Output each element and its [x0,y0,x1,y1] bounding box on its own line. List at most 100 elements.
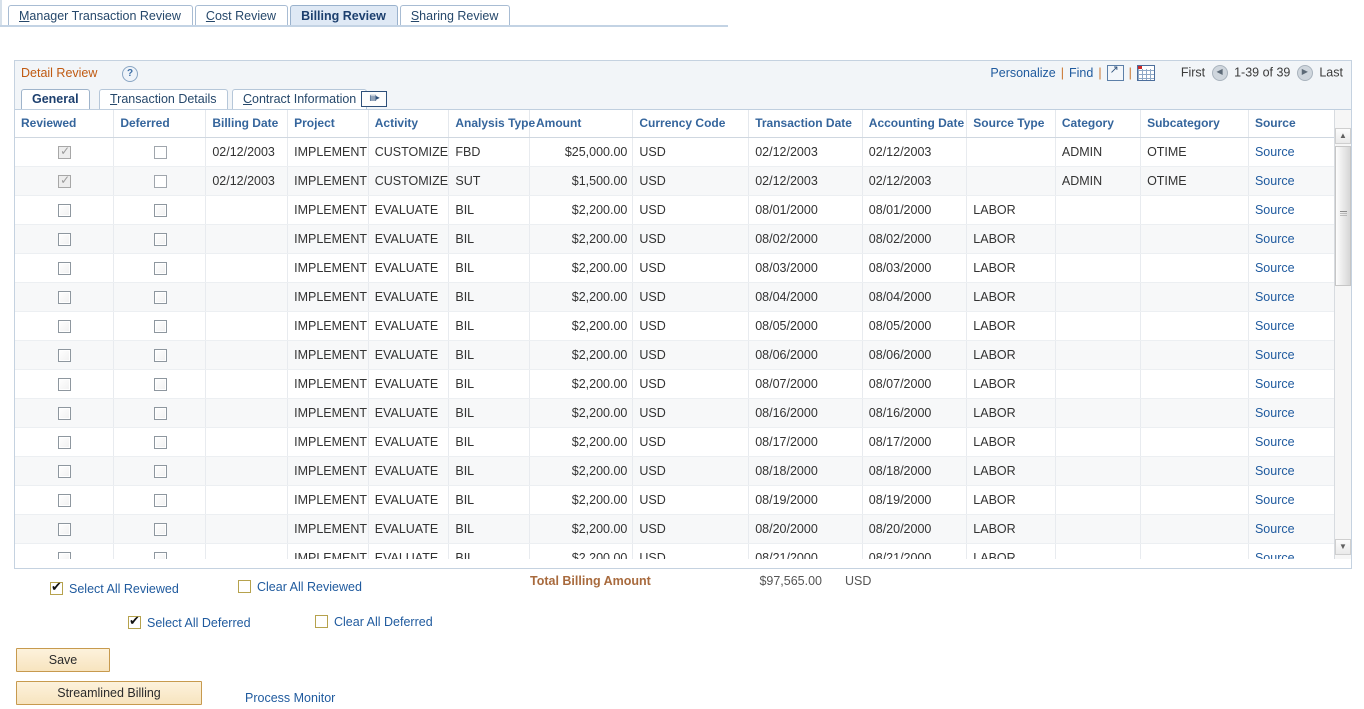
deferred-checkbox-icon[interactable] [154,320,167,333]
col-header-currency-code[interactable]: Currency Code [633,110,749,138]
source-link[interactable]: Source [1255,493,1295,507]
cell-activity: EVALUATE [368,486,449,515]
reviewed-checkbox-icon[interactable] [58,349,71,362]
deferred-checkbox-icon[interactable] [154,175,167,188]
deferred-checkbox-icon[interactable] [154,262,167,275]
deferred-checkbox-icon[interactable] [154,407,167,420]
reviewed-checkbox-icon[interactable] [58,407,71,420]
save-button[interactable]: Save [16,648,110,672]
pager-last-label[interactable]: Last [1319,65,1343,79]
deferred-checkbox-icon[interactable] [154,349,167,362]
scrollbar-thumb[interactable] [1335,146,1351,286]
deferred-checkbox-icon[interactable] [154,204,167,217]
pager-first-label[interactable]: First [1181,65,1205,79]
col-header-source-type[interactable]: Source Type [967,110,1056,138]
col-header-accounting-date[interactable]: Accounting Date [862,110,966,138]
deferred-checkbox-icon[interactable] [154,146,167,159]
select-all-deferred-label[interactable]: Select All Deferred [147,616,251,630]
source-link[interactable]: Source [1255,406,1295,420]
col-header-activity[interactable]: Activity [368,110,449,138]
source-link[interactable]: Source [1255,348,1295,362]
reviewed-checkbox-icon[interactable] [58,494,71,507]
cell-subcategory [1141,370,1249,399]
deferred-checkbox-icon[interactable] [154,494,167,507]
select-all-deferred-checkbox-icon[interactable] [128,616,141,629]
source-link[interactable]: Source [1255,203,1295,217]
tab-manager-transaction-review[interactable]: Manager Transaction Review [8,5,193,27]
download-to-spreadsheet-icon[interactable] [1137,65,1155,81]
scroll-up-icon[interactable]: ▲ [1335,128,1351,144]
cell-billing-date: 02/12/2003 [206,138,288,167]
source-link[interactable]: Source [1255,551,1295,559]
select-all-reviewed-checkbox-icon[interactable] [50,582,63,595]
reviewed-checkbox-icon[interactable] [58,552,71,559]
col-header-reviewed[interactable]: Reviewed [15,110,114,138]
tab-billing-review[interactable]: Billing Review [290,5,398,27]
col-header-analysis-type[interactable]: Analysis Type [449,110,530,138]
col-header-deferred[interactable]: Deferred [114,110,206,138]
clear-all-deferred-control[interactable]: Clear All Deferred [315,614,433,629]
source-link[interactable]: Source [1255,261,1295,275]
clear-all-deferred-label[interactable]: Clear All Deferred [334,615,433,629]
tab-general[interactable]: General [21,89,90,109]
col-header-billing-date[interactable]: Billing Date [206,110,288,138]
col-header-subcategory[interactable]: Subcategory [1141,110,1249,138]
source-link[interactable]: Source [1255,290,1295,304]
help-question-icon[interactable]: ? [122,66,138,82]
tab-sharing-review[interactable]: Sharing Review [400,5,511,27]
reviewed-checkbox-icon[interactable] [58,320,71,333]
personalize-link[interactable]: Personalize [990,66,1055,80]
source-link[interactable]: Source [1255,522,1295,536]
reviewed-checkbox-icon[interactable] [58,436,71,449]
show-all-columns-icon[interactable]: ▤▸ [361,91,387,107]
tab-transaction-details[interactable]: Transaction Details [99,89,228,109]
clear-all-reviewed-checkbox-icon[interactable] [238,580,251,593]
source-link[interactable]: Source [1255,435,1295,449]
deferred-checkbox-icon[interactable] [154,378,167,391]
source-link[interactable]: Source [1255,174,1295,188]
streamlined-billing-button[interactable]: Streamlined Billing [16,681,202,705]
grid-vertical-scrollbar[interactable]: ▲ ▼ [1334,110,1351,559]
source-link[interactable]: Source [1255,145,1295,159]
reviewed-checkbox-icon[interactable] [58,146,71,159]
source-link[interactable]: Source [1255,464,1295,478]
deferred-checkbox-icon[interactable] [154,233,167,246]
reviewed-checkbox-icon[interactable] [58,523,71,536]
select-all-deferred-control[interactable]: Select All Deferred [128,615,251,630]
find-link[interactable]: Find [1069,66,1093,80]
select-all-reviewed-control[interactable]: Select All Reviewed [50,581,179,596]
col-header-category[interactable]: Category [1055,110,1140,138]
pager-prev-icon[interactable]: ◀ [1212,65,1228,81]
cell-project: IMPLEMENT [288,428,369,457]
clear-all-reviewed-control[interactable]: Clear All Reviewed [238,579,362,594]
deferred-checkbox-icon[interactable] [154,523,167,536]
reviewed-checkbox-icon[interactable] [58,233,71,246]
scroll-down-icon[interactable]: ▼ [1335,539,1351,555]
tab-cost-review[interactable]: Cost Review [195,5,288,27]
clear-all-reviewed-label[interactable]: Clear All Reviewed [257,580,362,594]
tab-contract-information[interactable]: Contract Information [232,89,367,109]
reviewed-checkbox-icon[interactable] [58,175,71,188]
select-all-reviewed-label[interactable]: Select All Reviewed [69,582,179,596]
deferred-checkbox-icon[interactable] [154,552,167,559]
deferred-checkbox-icon[interactable] [154,465,167,478]
source-link[interactable]: Source [1255,319,1295,333]
col-header-amount[interactable]: Amount [530,110,633,138]
reviewed-checkbox-icon[interactable] [58,204,71,217]
reviewed-checkbox-icon[interactable] [58,262,71,275]
reviewed-checkbox-icon[interactable] [58,465,71,478]
source-link[interactable]: Source [1255,377,1295,391]
cell-analysis-type: BIL [449,486,530,515]
source-link[interactable]: Source [1255,232,1295,246]
deferred-checkbox-icon[interactable] [154,291,167,304]
deferred-checkbox-icon[interactable] [154,436,167,449]
reviewed-checkbox-icon[interactable] [58,378,71,391]
col-header-transaction-date[interactable]: Transaction Date [749,110,863,138]
pager-next-icon[interactable]: ▶ [1297,65,1313,81]
clear-all-deferred-checkbox-icon[interactable] [315,615,328,628]
cell-transaction-date: 08/16/2000 [749,399,863,428]
col-header-project[interactable]: Project [288,110,369,138]
process-monitor-link[interactable]: Process Monitor [245,691,335,705]
reviewed-checkbox-icon[interactable] [58,291,71,304]
new-window-icon[interactable] [1107,65,1124,81]
